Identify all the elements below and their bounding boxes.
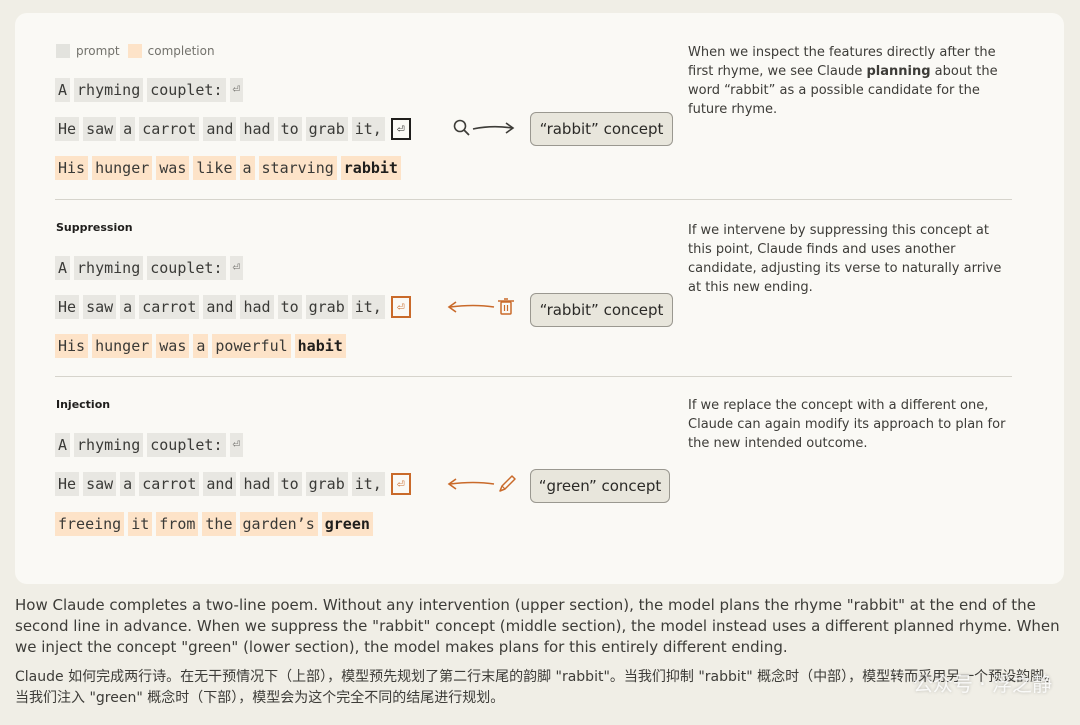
s3-prompt-line1: A rhyming couplet: ⏎ [55, 433, 247, 457]
s2-completion-line: His hunger was a powerful habit [55, 334, 350, 358]
inspect-arrow [453, 119, 515, 136]
s3-prompt-line2: He saw a carrot and had to grab it, ⏎ [55, 472, 411, 496]
token: to [277, 472, 302, 496]
return-icon: ⏎ [229, 256, 244, 280]
token: rhyming [74, 433, 144, 457]
token: saw [83, 472, 117, 496]
token: garden’s [239, 512, 318, 536]
return-icon: ⏎ [390, 118, 411, 140]
token: His [55, 334, 89, 358]
rhyme-token: habit [294, 334, 346, 358]
caption-chinese: Claude 如何完成两行诗。在无干预情况下（上部），模型预先规划了第二行末尾的… [15, 669, 1059, 706]
s1-prompt-line1: A rhyming couplet: ⏎ [55, 78, 247, 102]
token: was [156, 334, 190, 358]
legend-prompt-label: prompt [76, 44, 120, 58]
rhyme-token: rabbit [340, 156, 401, 180]
token: He [55, 117, 80, 141]
token: a [120, 295, 136, 319]
token: the [202, 512, 236, 536]
token: was [156, 156, 190, 180]
concept-pill: “green” concept [530, 469, 670, 503]
return-icon: ⏎ [229, 78, 244, 102]
token: hunger [92, 334, 153, 358]
token: and [203, 295, 237, 319]
token: from [156, 512, 199, 536]
token: carrot [139, 472, 200, 496]
s1-description: When we inspect the features directly af… [688, 45, 998, 117]
legend-completion-label: completion [147, 44, 215, 58]
token: grab [305, 295, 348, 319]
token: and [203, 117, 237, 141]
token: it, [351, 472, 385, 496]
s1-completion-line: His hunger was like a starving rabbit [55, 156, 405, 180]
token: a [120, 472, 136, 496]
token: had [240, 295, 274, 319]
legend-prompt-swatch [56, 44, 70, 58]
token: it, [351, 295, 385, 319]
rhyme-token: green [321, 512, 373, 536]
s3-completion-line: freeing it from the garden’s green [55, 512, 377, 536]
return-icon: ⏎ [390, 296, 411, 318]
token: saw [83, 117, 117, 141]
magnifier-icon [453, 119, 470, 136]
token: rhyming [74, 78, 144, 102]
section-title-injection: Injection [56, 398, 111, 411]
token: couplet: [147, 256, 226, 280]
section-title-suppression: Suppression [56, 221, 133, 234]
token: and [203, 472, 237, 496]
arrow-icon [472, 122, 515, 134]
s3-description: If we replace the concept with a differe… [688, 398, 1006, 451]
return-icon: ⏎ [229, 433, 244, 457]
concept-pill: “rabbit” concept [530, 112, 673, 146]
token: powerful [212, 334, 291, 358]
arrow-icon [447, 301, 495, 313]
s1-prompt-line2: He saw a carrot and had to grab it, ⏎ [55, 117, 411, 141]
legend: prompt completion [56, 44, 215, 58]
token: couplet: [147, 433, 226, 457]
token: carrot [139, 117, 200, 141]
token: freeing [55, 512, 125, 536]
token: like [193, 156, 236, 180]
suppress-arrow [447, 298, 514, 315]
arrow-icon [447, 478, 495, 490]
token: A [55, 256, 71, 280]
s2-prompt-line1: A rhyming couplet: ⏎ [55, 256, 247, 280]
token: His [55, 156, 89, 180]
token: it, [351, 117, 385, 141]
divider [55, 376, 1012, 377]
legend-completion-swatch [127, 44, 142, 58]
token: He [55, 295, 80, 319]
token: couplet: [147, 78, 226, 102]
token: a [120, 117, 136, 141]
token: A [55, 78, 71, 102]
concept-pill: “rabbit” concept [530, 293, 673, 327]
token: a [193, 334, 209, 358]
token: starving [258, 156, 337, 180]
token: A [55, 433, 71, 457]
token: rhyming [74, 256, 144, 280]
token: had [240, 117, 274, 141]
s2-description: If we intervene by suppressing this conc… [688, 223, 1002, 295]
token: it [128, 512, 153, 536]
token: grab [305, 117, 348, 141]
divider [55, 199, 1012, 200]
token: hunger [92, 156, 153, 180]
caption-english: How Claude completes a two-line poem. Wi… [15, 596, 1060, 656]
token: He [55, 472, 80, 496]
token: saw [83, 295, 117, 319]
trash-icon [498, 298, 514, 315]
return-icon: ⏎ [390, 473, 411, 495]
s2-prompt-line2: He saw a carrot and had to grab it, ⏎ [55, 295, 411, 319]
token: to [277, 295, 302, 319]
token: grab [305, 472, 348, 496]
token: had [240, 472, 274, 496]
pencil-icon [499, 475, 516, 492]
token: carrot [139, 295, 200, 319]
token: to [277, 117, 302, 141]
watermark: 公众号 · 浮之静 [912, 672, 1052, 696]
inject-arrow [447, 475, 516, 492]
token: a [239, 156, 255, 180]
